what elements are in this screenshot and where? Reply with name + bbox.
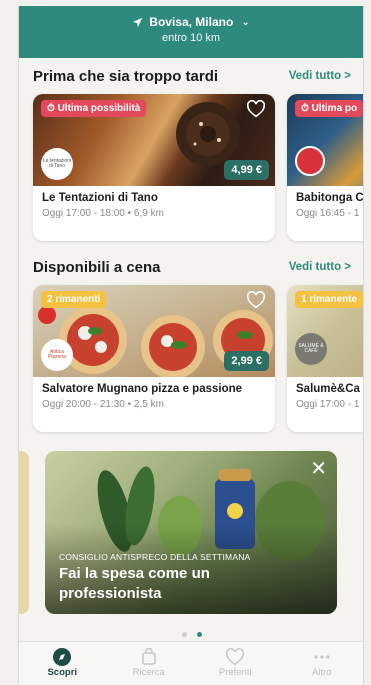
promo-title: Fai la spesa come un professionista — [59, 565, 210, 602]
section-last-chance: Prima che sia troppo tardi Vedi tutto > … — [19, 66, 363, 241]
search-radius: entro 10 km — [161, 32, 221, 44]
previous-promo-card[interactable] — [19, 451, 29, 614]
location-selector[interactable]: Bovisa, Milano ⌄ — [19, 15, 363, 29]
pickup-time: Oggi 16:45 - 1 — [296, 208, 360, 219]
section-title: Disponibili a cena — [33, 258, 161, 276]
remaining-badge: 2 rimanenti — [41, 291, 107, 308]
store-image: 1 rimanente SALUMÈ & CAFÈ — [287, 285, 363, 377]
section-dinner: Disponibili a cena Vedi tutto > 2 rimane… — [19, 257, 363, 432]
pickup-time: Oggi 20:00 - 21:30 • 2,5 km — [42, 399, 164, 410]
last-chance-badge: ⏱ Ultima possibilità — [41, 100, 147, 117]
last-chance-badge: ⏱ Ultima po — [295, 100, 363, 117]
carousel-pager — [19, 632, 363, 637]
compass-icon — [53, 648, 72, 666]
pager-dot[interactable] — [182, 632, 187, 637]
store-card[interactable]: 1 rimanente SALUMÈ & CAFÈ Salumè&Ca Oggi… — [287, 285, 363, 432]
pager-dot-active[interactable] — [197, 632, 202, 637]
store-logo: SALUMÈ & CAFÈ — [295, 333, 327, 365]
location-header[interactable]: Bovisa, Milano ⌄ entro 10 km — [19, 6, 363, 58]
more-icon — [314, 655, 330, 659]
store-card[interactable]: 2 rimanenti Antica Pizzeria 2,99 € Salva… — [33, 285, 275, 432]
section-title: Prima che sia troppo tardi — [33, 67, 219, 85]
app-screen: Bovisa, Milano ⌄ entro 10 km Prima che s… — [18, 6, 364, 685]
promo-kicker: CONSIGLIO ANTISPRECO DELLA SETTIMANA — [59, 552, 251, 562]
store-image: 2 rimanenti Antica Pizzeria 2,99 € — [33, 285, 275, 377]
store-card[interactable]: ⏱ Ultima po Babitonga C Oggi 16:45 - 1 — [287, 94, 364, 241]
store-name: Salvatore Mugnano pizza e passione — [42, 383, 243, 395]
store-image: ⏱ Ultima possibilità Le tentazioni di Ta… — [33, 94, 275, 186]
store-card[interactable]: ⏱ Ultima possibilità Le tentazioni di Ta… — [33, 94, 275, 241]
store-image: ⏱ Ultima po — [287, 94, 363, 186]
favorite-heart-icon[interactable] — [246, 291, 266, 309]
heart-icon — [226, 648, 245, 666]
favorite-heart-icon[interactable] — [246, 100, 266, 118]
tab-label: Altro — [311, 667, 332, 678]
store-name: Babitonga C — [296, 192, 364, 204]
store-logo — [295, 146, 325, 176]
location-name: Bovisa, Milano — [149, 15, 234, 29]
tab-label: Scopri — [47, 667, 78, 678]
pickup-time: Oggi 17:00 - 18:00 • 6,9 km — [42, 208, 164, 219]
tab-label: Preferiti — [218, 667, 252, 678]
see-all-link[interactable]: Vedi tutto > — [289, 261, 351, 273]
store-logo: Antica Pizzeria — [41, 339, 73, 371]
tab-scopri[interactable]: Scopri — [19, 642, 106, 685]
remaining-badge: 1 rimanente — [295, 291, 363, 308]
tab-preferiti[interactable]: Preferiti — [192, 642, 279, 685]
store-name: Le Tentazioni di Tano — [42, 192, 158, 204]
store-name: Salumè&Ca — [296, 383, 360, 395]
pickup-time: Oggi 17:00 - 1 — [296, 399, 360, 410]
chevron-down-icon: ⌄ — [241, 16, 250, 28]
price-tag: 2,99 € — [224, 351, 269, 371]
tab-label: Ricerca — [132, 667, 165, 678]
location-arrow-icon — [133, 17, 143, 27]
close-icon[interactable]: ✕ — [310, 459, 327, 479]
tab-altro[interactable]: Altro — [279, 642, 364, 685]
price-tag: 4,99 € — [224, 160, 269, 180]
see-all-link[interactable]: Vedi tutto > — [289, 70, 351, 82]
bag-icon — [142, 648, 156, 665]
promo-card[interactable]: ✕ CONSIGLIO ANTISPRECO DELLA SETTIMANA F… — [45, 451, 337, 614]
tab-ricerca[interactable]: Ricerca — [106, 642, 193, 685]
store-logo: Le tentazioni di Tano — [41, 148, 73, 180]
bottom-tab-bar: Scopri Ricerca Preferiti Altro — [19, 641, 364, 685]
